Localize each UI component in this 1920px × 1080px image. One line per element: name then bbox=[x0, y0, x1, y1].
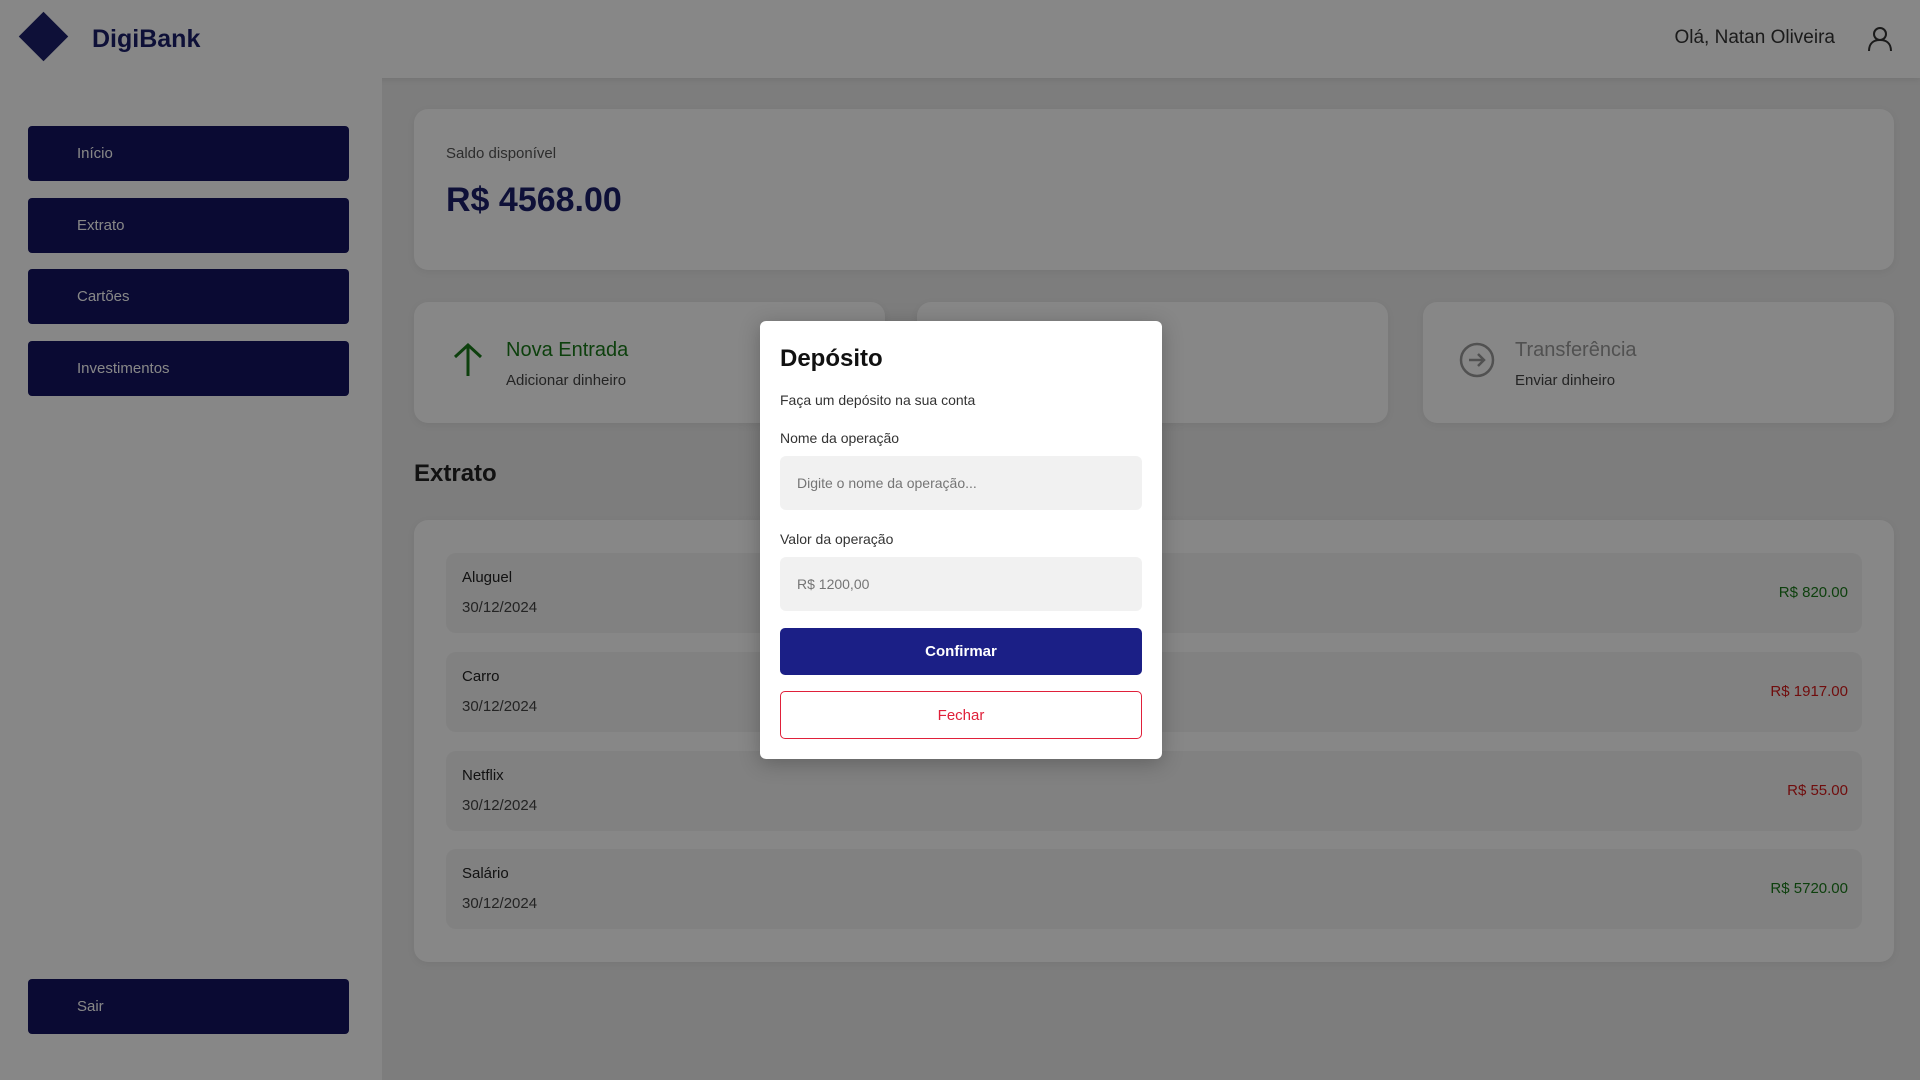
operation-name-input[interactable] bbox=[780, 456, 1142, 510]
close-button[interactable]: Fechar bbox=[780, 691, 1142, 739]
operation-value-input[interactable] bbox=[780, 557, 1142, 611]
confirm-button[interactable]: Confirmar bbox=[780, 628, 1142, 675]
operation-value-label: Valor da operação bbox=[780, 531, 894, 547]
modal-description: Faça um depósito na sua conta bbox=[780, 392, 976, 408]
operation-name-label: Nome da operação bbox=[780, 430, 900, 446]
modal-title: Depósito bbox=[780, 345, 883, 372]
deposit-modal: Depósito Faça um depósito na sua conta N… bbox=[760, 321, 1162, 759]
